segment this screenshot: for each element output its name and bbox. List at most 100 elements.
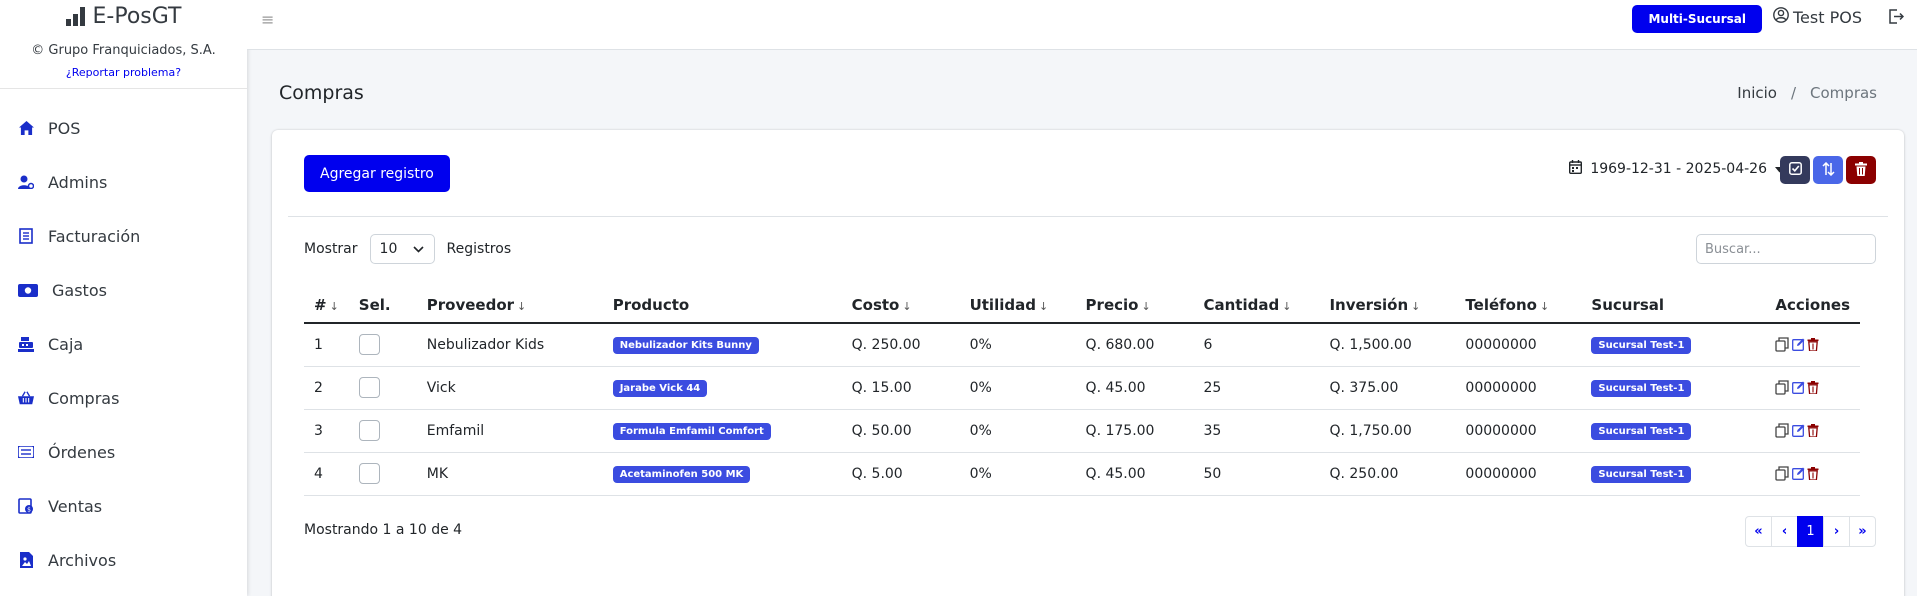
page-title: Compras — [279, 82, 364, 104]
cell-num: 4 — [304, 452, 349, 496]
sidebar: E-PosGT © Grupo Franquiciados, S.A. ¿Rep… — [0, 0, 247, 596]
sidebar-menu: POS Admins Facturación Gastos Caja Compr… — [0, 101, 247, 587]
cell-costo: Q. 50.00 — [841, 409, 960, 453]
logout-icon[interactable] — [1889, 9, 1905, 28]
first-page-button[interactable]: « — [1745, 516, 1772, 547]
cell-proveedor: Nebulizador Kids — [416, 323, 603, 367]
breadcrumb-home-link[interactable]: Inicio — [1737, 84, 1777, 102]
copy-icon[interactable] — [1775, 466, 1790, 481]
cell-utilidad: 0% — [959, 409, 1076, 453]
sidebar-item-ventas[interactable]: $ Ventas — [0, 479, 247, 533]
edit-icon[interactable] — [1792, 338, 1805, 352]
brand-name: E-PosGT — [92, 3, 182, 29]
invoice-icon — [18, 228, 34, 244]
cell-inversion: Q. 1,750.00 — [1319, 409, 1456, 453]
chart-bars-icon — [65, 6, 85, 26]
select-all-button[interactable] — [1780, 156, 1810, 184]
cell-num: 3 — [304, 409, 349, 453]
table-row: 4 MK Acetaminofen 500 MK Q. 5.00 0% Q. 4… — [304, 452, 1860, 496]
menu-toggle-icon[interactable]: ≡ — [261, 10, 274, 29]
col-header-num[interactable]: # ↓ — [304, 287, 349, 324]
report-problem-link[interactable]: ¿Reportar problema? — [66, 66, 181, 79]
brand-title[interactable]: E-PosGT — [0, 0, 247, 30]
sidebar-item-archivos[interactable]: Archivos — [0, 533, 247, 587]
cell-cantidad: 35 — [1193, 409, 1320, 453]
product-badge: Acetaminofen 500 MK — [612, 465, 751, 483]
copy-icon[interactable] — [1775, 423, 1790, 438]
trash-icon[interactable] — [1807, 467, 1819, 480]
edit-icon[interactable] — [1792, 381, 1805, 394]
edit-icon[interactable] — [1792, 424, 1805, 437]
cell-sucursal: Sucursal Test-1 — [1581, 452, 1766, 496]
date-range-picker[interactable]: 1969-12-31 - 2025-04-26 — [1569, 160, 1784, 178]
table-row: 3 Emfamil Formula Emfamil Comfort Q. 50.… — [304, 409, 1860, 453]
col-header-sucursal: Sucursal — [1581, 287, 1766, 324]
trash-icon — [1855, 161, 1867, 179]
page-size-control: Mostrar 10 Registros — [304, 234, 511, 264]
list-icon — [18, 444, 34, 460]
cell-costo: Q. 5.00 — [841, 452, 960, 496]
page-button-current[interactable]: 1 — [1797, 516, 1824, 547]
sidebar-item-admins[interactable]: Admins — [0, 155, 247, 209]
toolbar-buttons — [1780, 156, 1876, 184]
col-header-costo[interactable]: Costo ↓ — [841, 287, 960, 324]
cell-proveedor: Emfamil — [416, 409, 603, 453]
branch-badge: Sucursal Test-1 — [1591, 379, 1692, 397]
cell-cantidad: 6 — [1193, 323, 1320, 367]
sidebar-item-label: Facturación — [48, 226, 141, 246]
cell-telefono: 00000000 — [1455, 366, 1582, 410]
sidebar-item-caja[interactable]: Caja — [0, 317, 247, 371]
cell-sucursal: Sucursal Test-1 — [1581, 366, 1766, 410]
edit-icon[interactable] — [1792, 467, 1805, 480]
last-page-button[interactable]: » — [1849, 516, 1876, 547]
sidebar-item-facturacion[interactable]: Facturación — [0, 209, 247, 263]
row-checkbox[interactable] — [358, 420, 380, 441]
cell-sucursal: Sucursal Test-1 — [1581, 409, 1766, 453]
row-checkbox[interactable] — [358, 463, 380, 484]
cell-utilidad: 0% — [959, 323, 1076, 367]
sidebar-item-label: Caja — [48, 334, 84, 354]
delete-selected-button[interactable] — [1846, 156, 1876, 184]
copy-icon[interactable] — [1775, 380, 1790, 395]
prev-page-button[interactable]: ‹ — [1771, 516, 1798, 547]
cell-actions — [1765, 323, 1860, 367]
cell-costo: Q. 250.00 — [841, 323, 960, 367]
cell-utilidad: 0% — [959, 452, 1076, 496]
next-page-button[interactable]: › — [1823, 516, 1850, 547]
purchases-card: Agregar registro 1969-12-31 - 2025-04-26… — [272, 130, 1904, 596]
multi-sucursal-button[interactable]: Multi-Sucursal — [1632, 5, 1762, 33]
table-row: 1 Nebulizador Kids Nebulizador Kits Bunn… — [304, 323, 1860, 367]
sales-icon: $ — [18, 498, 34, 514]
sidebar-item-pos[interactable]: POS — [0, 101, 247, 155]
col-header-precio[interactable]: Precio ↓ — [1075, 287, 1194, 324]
col-header-proveedor[interactable]: Proveedor ↓ — [416, 287, 603, 324]
page-size-select[interactable]: 10 — [369, 234, 435, 264]
copy-icon[interactable] — [1775, 337, 1790, 352]
col-header-telefono[interactable]: Teléfono ↓ — [1455, 287, 1582, 324]
calendar-icon — [1569, 160, 1583, 178]
trash-icon[interactable] — [1807, 424, 1819, 437]
topbar: ≡ Multi-Sucursal Test POS — [247, 0, 1917, 50]
cell-precio: Q. 680.00 — [1075, 323, 1194, 367]
swap-order-button[interactable] — [1813, 156, 1843, 184]
cell-producto: Nebulizador Kits Bunny — [602, 323, 842, 367]
cash-register-icon — [18, 336, 34, 352]
col-header-inversion[interactable]: Inversión ↓ — [1319, 287, 1456, 324]
breadcrumb-current: Compras — [1810, 84, 1877, 102]
cell-precio: Q. 175.00 — [1075, 409, 1194, 453]
date-range-text: 1969-12-31 - 2025-04-26 — [1590, 161, 1767, 177]
sidebar-item-gastos[interactable]: Gastos — [0, 263, 247, 317]
user-menu[interactable]: Test POS — [1773, 7, 1862, 27]
card-divider — [288, 216, 1888, 217]
row-checkbox[interactable] — [358, 377, 380, 398]
add-record-button[interactable]: Agregar registro — [304, 155, 450, 192]
cell-precio: Q. 45.00 — [1075, 452, 1194, 496]
trash-icon[interactable] — [1807, 338, 1819, 352]
trash-icon[interactable] — [1807, 381, 1819, 394]
sidebar-item-compras[interactable]: Compras — [0, 371, 247, 425]
sidebar-item-ordenes[interactable]: Órdenes — [0, 425, 247, 479]
search-input[interactable] — [1696, 234, 1876, 264]
col-header-utilidad[interactable]: Utilidad ↓ — [959, 287, 1076, 324]
col-header-cantidad[interactable]: Cantidad ↓ — [1193, 287, 1320, 324]
row-checkbox[interactable] — [358, 334, 380, 356]
